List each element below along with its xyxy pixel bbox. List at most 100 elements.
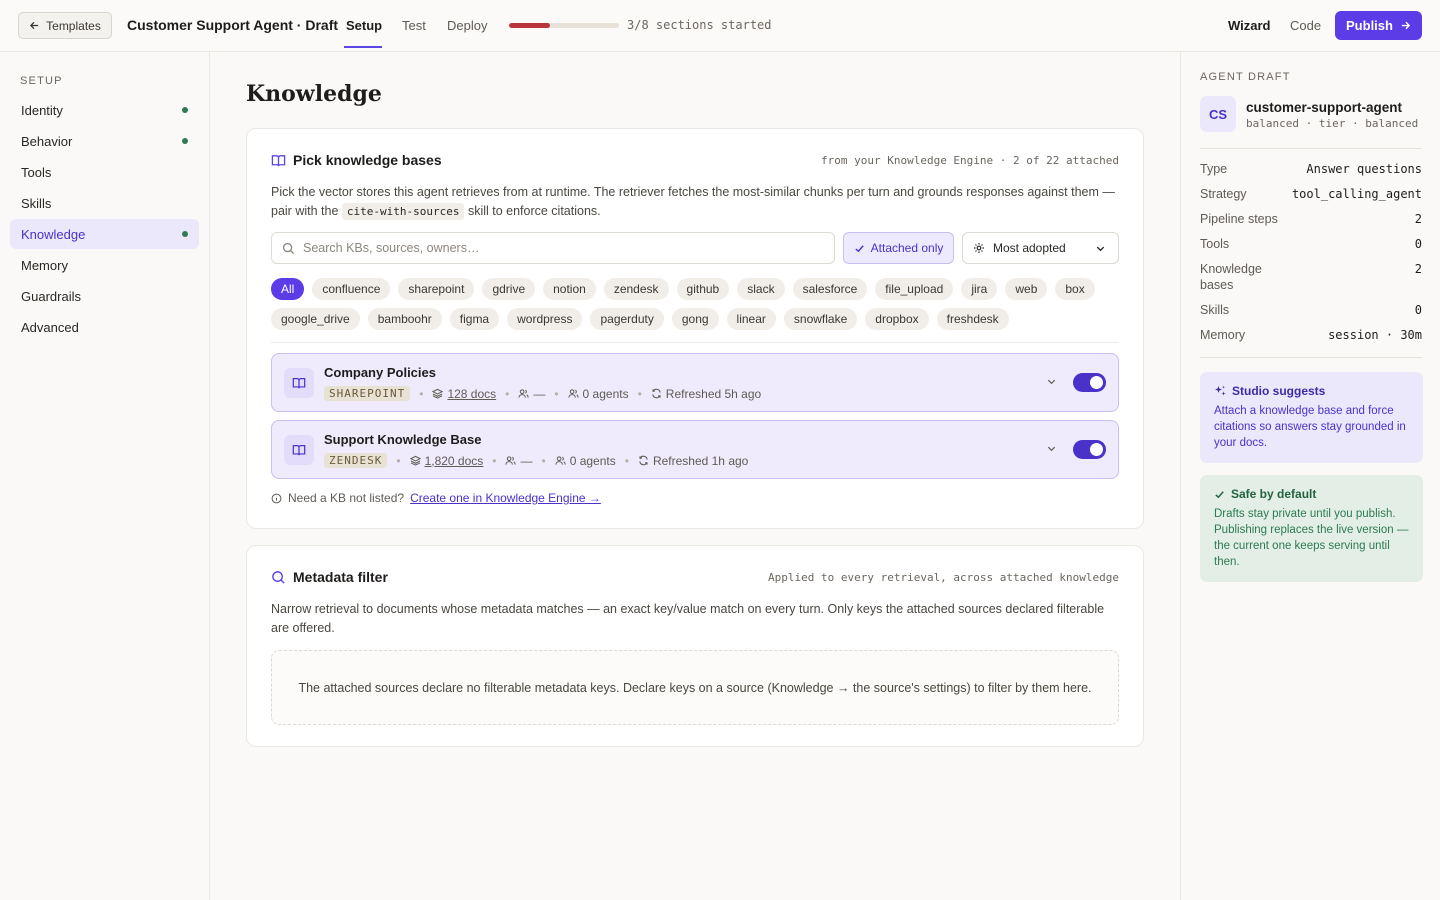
code-toggle[interactable]: Code	[1290, 18, 1321, 33]
agents-value: 0 agents	[569, 453, 616, 468]
source-chip-salesforce[interactable]: salesforce	[792, 278, 868, 300]
kb-search-input[interactable]	[303, 241, 823, 255]
metadata-filter-card: Metadata filter Applied to every retriev…	[246, 545, 1144, 747]
card-title: Metadata filter	[293, 569, 388, 585]
desc-text: skill to enforce citations.	[464, 204, 601, 218]
stat-label: Tools	[1200, 237, 1230, 251]
source-chip-freshdesk[interactable]: freshdesk	[936, 308, 1009, 330]
chevron-down-icon[interactable]	[1046, 443, 1057, 454]
search-icon	[272, 571, 285, 584]
panel-heading: AGENT DRAFT	[1200, 71, 1291, 83]
back-label: Templates	[46, 18, 101, 33]
sidebar-item-label: Memory	[21, 257, 68, 273]
callout-title: Safe by default	[1214, 487, 1409, 501]
layers-icon	[432, 388, 444, 399]
complete-dot	[182, 107, 188, 113]
source-chip-wordpress[interactable]: wordpress	[507, 308, 583, 330]
sidebar-item-memory[interactable]: Memory	[10, 250, 199, 280]
publish-button[interactable]: Publish	[1335, 11, 1422, 40]
separator: •	[396, 453, 401, 468]
stat-value: tool_calling_agent	[1291, 187, 1422, 201]
refreshed-value: Refreshed 5h ago	[665, 386, 762, 401]
stat-label: Pipeline steps	[1200, 212, 1278, 226]
kb-row-support-knowledge-base[interactable]: Support Knowledge Base ZENDESK • 1,820 d…	[271, 420, 1119, 479]
card-description: Pick the vector stores this agent retrie…	[271, 183, 1121, 221]
source-chip-github[interactable]: github	[676, 278, 730, 300]
toggle-knob	[1090, 376, 1103, 389]
docs-link[interactable]: 128 docs	[447, 387, 496, 401]
kb-row-company-policies[interactable]: Company Policies SHAREPOINT • 128 docs •…	[271, 353, 1119, 412]
kb-toggle[interactable]	[1073, 373, 1106, 392]
card-meta: Applied to every retrieval, across attac…	[768, 571, 1119, 584]
progress-label: 3/8 sections started	[627, 18, 772, 32]
sidebar-item-knowledge[interactable]: Knowledge	[10, 219, 199, 249]
source-filter-chips: All confluence sharepoint gdrive notion zende…	[271, 278, 1131, 330]
kb-name: Company Policies	[324, 365, 436, 380]
source-chip-pagerduty[interactable]: pagerduty	[590, 308, 664, 330]
source-chip-gdrive[interactable]: gdrive	[482, 278, 536, 300]
main-content: Knowledge Pick knowledge bases from your…	[210, 52, 1180, 900]
kb-search-field[interactable]	[271, 232, 835, 264]
avatar: CS	[1200, 96, 1236, 132]
kb-toggle[interactable]	[1073, 440, 1106, 459]
callout-body: Drafts stay private until you publish. P…	[1214, 508, 1409, 568]
docs-link[interactable]: 1,820 docs	[425, 454, 484, 468]
chevron-down-icon[interactable]	[1046, 376, 1057, 387]
wizard-toggle[interactable]: Wizard	[1228, 18, 1271, 33]
source-chip-confluence[interactable]: confluence	[312, 278, 391, 300]
source-chip-figma[interactable]: figma	[449, 308, 500, 330]
check-icon	[1215, 490, 1224, 498]
separator: •	[554, 386, 559, 401]
book-icon	[271, 155, 286, 167]
sidebar-item-tools[interactable]: Tools	[10, 157, 199, 187]
source-chip-snowflake[interactable]: snowflake	[783, 308, 858, 330]
chevron-down-icon	[1096, 246, 1105, 252]
source-chip-all[interactable]: All	[271, 278, 305, 300]
source-chip-dropbox[interactable]: dropbox	[865, 308, 929, 330]
tab-deploy[interactable]: Deploy	[447, 18, 487, 33]
create-kb-link[interactable]: Create one in Knowledge Engine →	[410, 491, 601, 505]
agents-count: 0 agents	[555, 454, 616, 468]
owner-value: —	[520, 453, 533, 468]
back-to-templates-button[interactable]: Templates	[18, 12, 112, 39]
knowledge-bases-card: Pick knowledge bases from your Knowledge…	[246, 128, 1144, 529]
tab-test[interactable]: Test	[402, 18, 426, 33]
sparkles-icon	[1215, 385, 1226, 396]
source-chip-web[interactable]: web	[1005, 278, 1048, 300]
source-chip-box[interactable]: box	[1055, 278, 1095, 300]
source-chip-slack[interactable]: slack	[737, 278, 785, 300]
empty-state: The attached sources declare no filterab…	[271, 650, 1119, 725]
attached-only-filter[interactable]: Attached only	[843, 232, 954, 264]
info-icon	[271, 493, 282, 503]
sidebar-item-label: Tools	[21, 164, 52, 180]
toggle-knob	[1090, 443, 1103, 456]
source-chip-file-upload[interactable]: file_upload	[875, 278, 954, 300]
tab-setup[interactable]: Setup	[346, 18, 382, 33]
sort-select[interactable]: Most adopted	[962, 232, 1119, 264]
source-chip-notion[interactable]: notion	[543, 278, 596, 300]
source-chip-zendesk[interactable]: zendesk	[603, 278, 669, 300]
card-title: Pick knowledge bases	[293, 152, 442, 168]
source-chip-sharepoint[interactable]: sharepoint	[398, 278, 475, 300]
complete-dot	[182, 138, 188, 144]
users-icon	[555, 456, 566, 465]
source-chip-google-drive[interactable]: google_drive	[271, 308, 360, 330]
sidebar-item-label: Behavior	[21, 133, 73, 149]
sidebar-item-identity[interactable]: Identity	[10, 95, 199, 125]
source-chip-bamboohr[interactable]: bamboohr	[367, 308, 442, 330]
callout-body: Attach a knowledge base and force citati…	[1214, 405, 1406, 449]
callout-title-text: Safe by default	[1231, 487, 1317, 501]
sidebar-item-skills[interactable]: Skills	[10, 188, 199, 218]
agent-title: Customer Support Agent · Draft	[127, 17, 339, 33]
divider	[1200, 148, 1422, 149]
card-description: Narrow retrieval to documents whose meta…	[271, 602, 1105, 635]
kb-source-badge: ZENDESK	[324, 453, 388, 468]
callout-title: Studio suggests	[1214, 384, 1409, 398]
source-chip-jira[interactable]: jira	[961, 278, 998, 300]
source-chip-linear[interactable]: linear	[726, 308, 776, 330]
source-chip-gong[interactable]: gong	[671, 308, 719, 330]
separator: •	[624, 453, 629, 468]
sidebar-item-guardrails[interactable]: Guardrails	[10, 281, 199, 311]
sidebar-item-advanced[interactable]: Advanced	[10, 312, 199, 342]
sidebar-item-behavior[interactable]: Behavior	[10, 126, 199, 156]
